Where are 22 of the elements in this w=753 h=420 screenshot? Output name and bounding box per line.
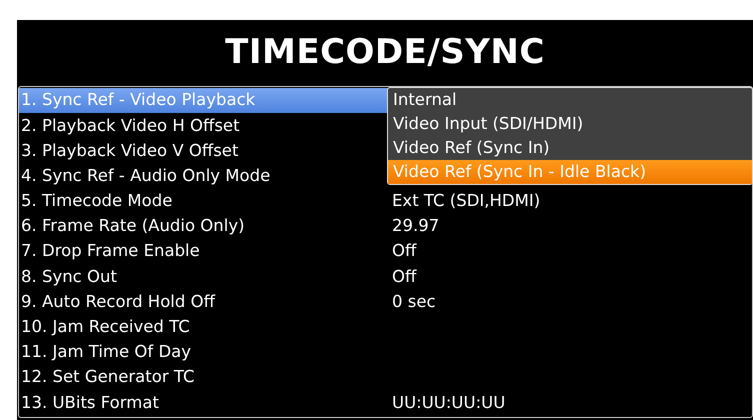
screen-title: TIMECODE/SYNC [224, 31, 546, 74]
setting-item[interactable]: 10. Jam Received TC [19, 314, 388, 340]
setting-value: UU:UU:UU:UU [391, 394, 506, 412]
setting-item[interactable]: 12. Set Generator TC [19, 365, 388, 390]
setting-item[interactable]: 3. Playback Video V Offset [19, 138, 388, 164]
setting-item[interactable]: 9. Auto Record Hold Off [19, 290, 388, 315]
setting-item[interactable]: 8. Sync Out [19, 264, 388, 290]
dropdown-option[interactable]: Internal [388, 88, 752, 112]
dropdown-option[interactable]: Video Input (SDI/HDMI) [388, 112, 752, 136]
setting-item[interactable]: 5. Timecode Mode [19, 188, 388, 214]
setting-value: 29.97 [391, 218, 440, 235]
setting-item[interactable]: 11. Jam Time Of Day [19, 340, 388, 366]
setting-value: 0 sec [391, 294, 436, 310]
setting-value: Off [391, 243, 416, 260]
setting-item[interactable]: 4. Sync Ref - Audio Only Mode [19, 164, 388, 189]
dropdown-option[interactable]: Video Ref (Sync In) [388, 136, 752, 160]
setting-value: Off [391, 268, 416, 286]
setting-item[interactable]: 2. Playback Video H Offset [19, 113, 388, 138]
setting-item[interactable]: 6. Frame Rate (Audio Only) [19, 214, 388, 240]
setting-item[interactable]: 7. Drop Frame Enable [19, 239, 388, 264]
setting-value: Ext TC (SDI,HDMI) [391, 193, 540, 210]
setting-item[interactable]: 13. UBits Format [19, 390, 388, 416]
